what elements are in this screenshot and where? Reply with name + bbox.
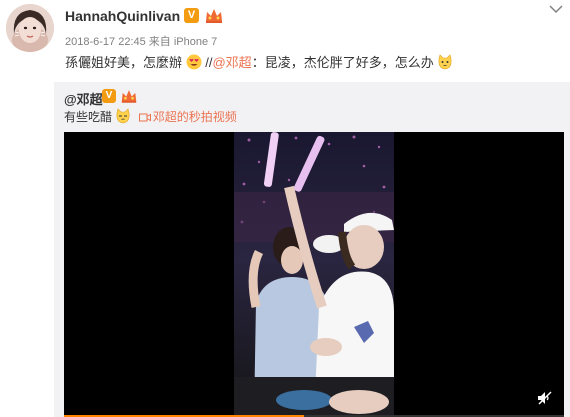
verified-v-icon: V [102, 89, 116, 103]
chevron-down-icon[interactable] [549, 4, 563, 14]
post-text: 孫儷姐好美，怎麼辦 //@邓超：昆凌，杰伦胖了好多，怎么办 [65, 53, 453, 73]
heart-eyes-emoji [186, 54, 202, 70]
post-text-body: 孫儷姐好美，怎麼辦 [65, 55, 183, 70]
vip-crown-icon[interactable] [120, 88, 138, 104]
repost-text: 有些吃醋 邓超的秒拍视频 [64, 108, 237, 126]
video-player[interactable] [64, 132, 564, 417]
weibo-post: HannahQuinlivan V 2018-6-17 22:45 来自 iPh… [0, 0, 570, 417]
repost-text-body: 有些吃醋 [64, 110, 113, 124]
video-camera-icon [138, 113, 151, 122]
cat-emoji [116, 108, 130, 124]
post-username[interactable]: HannahQuinlivan [65, 8, 180, 24]
mute-icon[interactable] [536, 389, 554, 407]
post-text-separator: // [201, 55, 213, 70]
post-text-quote: ：昆凌，杰伦胖了好多，怎么办 [251, 55, 434, 70]
vip-crown-icon[interactable] [204, 7, 224, 24]
video-thumbnail [234, 132, 394, 417]
verified-v-icon: V [184, 8, 199, 23]
avatar[interactable] [6, 4, 54, 52]
cat-emoji [438, 54, 452, 70]
repost-username[interactable]: @邓超 [64, 89, 103, 108]
video-link[interactable]: 邓超的秒拍视频 [153, 110, 237, 124]
post-meta: 2018-6-17 22:45 来自 iPhone 7 [65, 36, 218, 48]
avatar-image [6, 4, 54, 52]
mention-link[interactable]: @邓超 [212, 55, 251, 70]
repost-container: @邓超 V 有些吃醋 邓超的秒拍视频 [54, 82, 570, 417]
